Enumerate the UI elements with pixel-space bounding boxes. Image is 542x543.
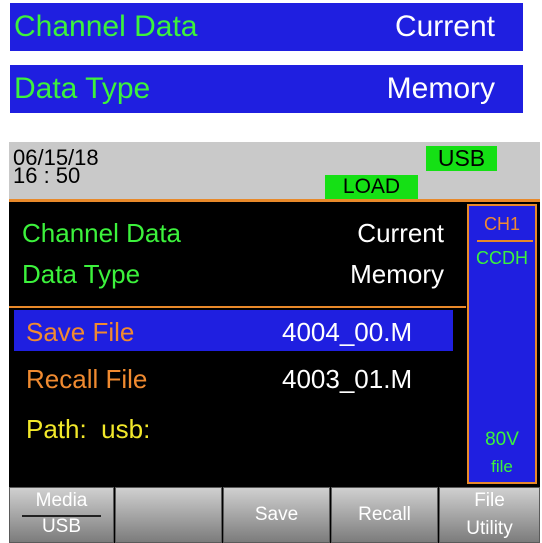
callout-channel-data-value: Current xyxy=(394,10,495,43)
recall-file-value[interactable]: 4003_01.M xyxy=(282,364,412,395)
callout-data-type: Data Type Memory xyxy=(10,65,523,113)
channel-data-label: Channel Data xyxy=(22,218,181,248)
path-value: usb: xyxy=(101,414,151,444)
recall-file-label[interactable]: Recall File xyxy=(26,364,147,395)
usb-badge: USB xyxy=(426,146,497,171)
file-utility-label-bottom: Utility xyxy=(466,518,513,539)
section-divider xyxy=(9,306,466,308)
save-file-value[interactable]: 4004_00.M xyxy=(282,317,412,348)
callout-channel-data: Channel Data Current xyxy=(10,3,523,51)
save-key[interactable]: Save xyxy=(223,487,330,543)
file-utility-label-top: File xyxy=(474,490,505,511)
media-usb-key[interactable]: Media USB xyxy=(9,487,114,543)
status-bar: 06/15/18 16 : 50 USB LOAD xyxy=(9,142,540,202)
channel-data-value[interactable]: Current xyxy=(357,218,444,249)
callout-data-type-value: Memory xyxy=(386,72,495,105)
mode-indicator: CCDH xyxy=(476,248,528,268)
channel-divider xyxy=(477,240,533,242)
file-indicator: file xyxy=(491,457,513,476)
blank-key[interactable] xyxy=(115,487,222,543)
file-utility-key[interactable]: File Utility xyxy=(439,487,540,543)
media-key-value: USB xyxy=(41,516,82,537)
save-key-label: Save xyxy=(254,504,299,525)
soft-key-bar: Media USB Save Recall File Utility xyxy=(9,487,540,543)
callout-channel-data-label: Channel Data xyxy=(14,10,198,43)
media-key-label: Media xyxy=(35,490,88,511)
save-file-label[interactable]: Save File xyxy=(26,317,134,348)
path-label: Path: xyxy=(26,414,87,444)
recall-key-label: Recall xyxy=(358,504,411,525)
callout-data-type-label: Data Type xyxy=(14,72,151,105)
load-badge: LOAD xyxy=(325,175,418,199)
data-type-value[interactable]: Memory xyxy=(350,259,444,290)
recall-key[interactable]: Recall xyxy=(331,487,438,543)
data-type-label: Data Type xyxy=(22,259,141,289)
path-row: Path: usb: xyxy=(26,414,150,445)
settings-panel: Channel Data Current Data Type Memory xyxy=(9,202,466,306)
voltage-indicator: 80V xyxy=(485,429,519,450)
status-time: 16 : 50 xyxy=(13,163,81,188)
device-screen: 06/15/18 16 : 50 USB LOAD Channel Data C… xyxy=(9,142,540,543)
channel-side-panel: CH1 CCDH 80V file xyxy=(467,204,537,484)
channel-indicator: CH1 xyxy=(483,214,520,234)
